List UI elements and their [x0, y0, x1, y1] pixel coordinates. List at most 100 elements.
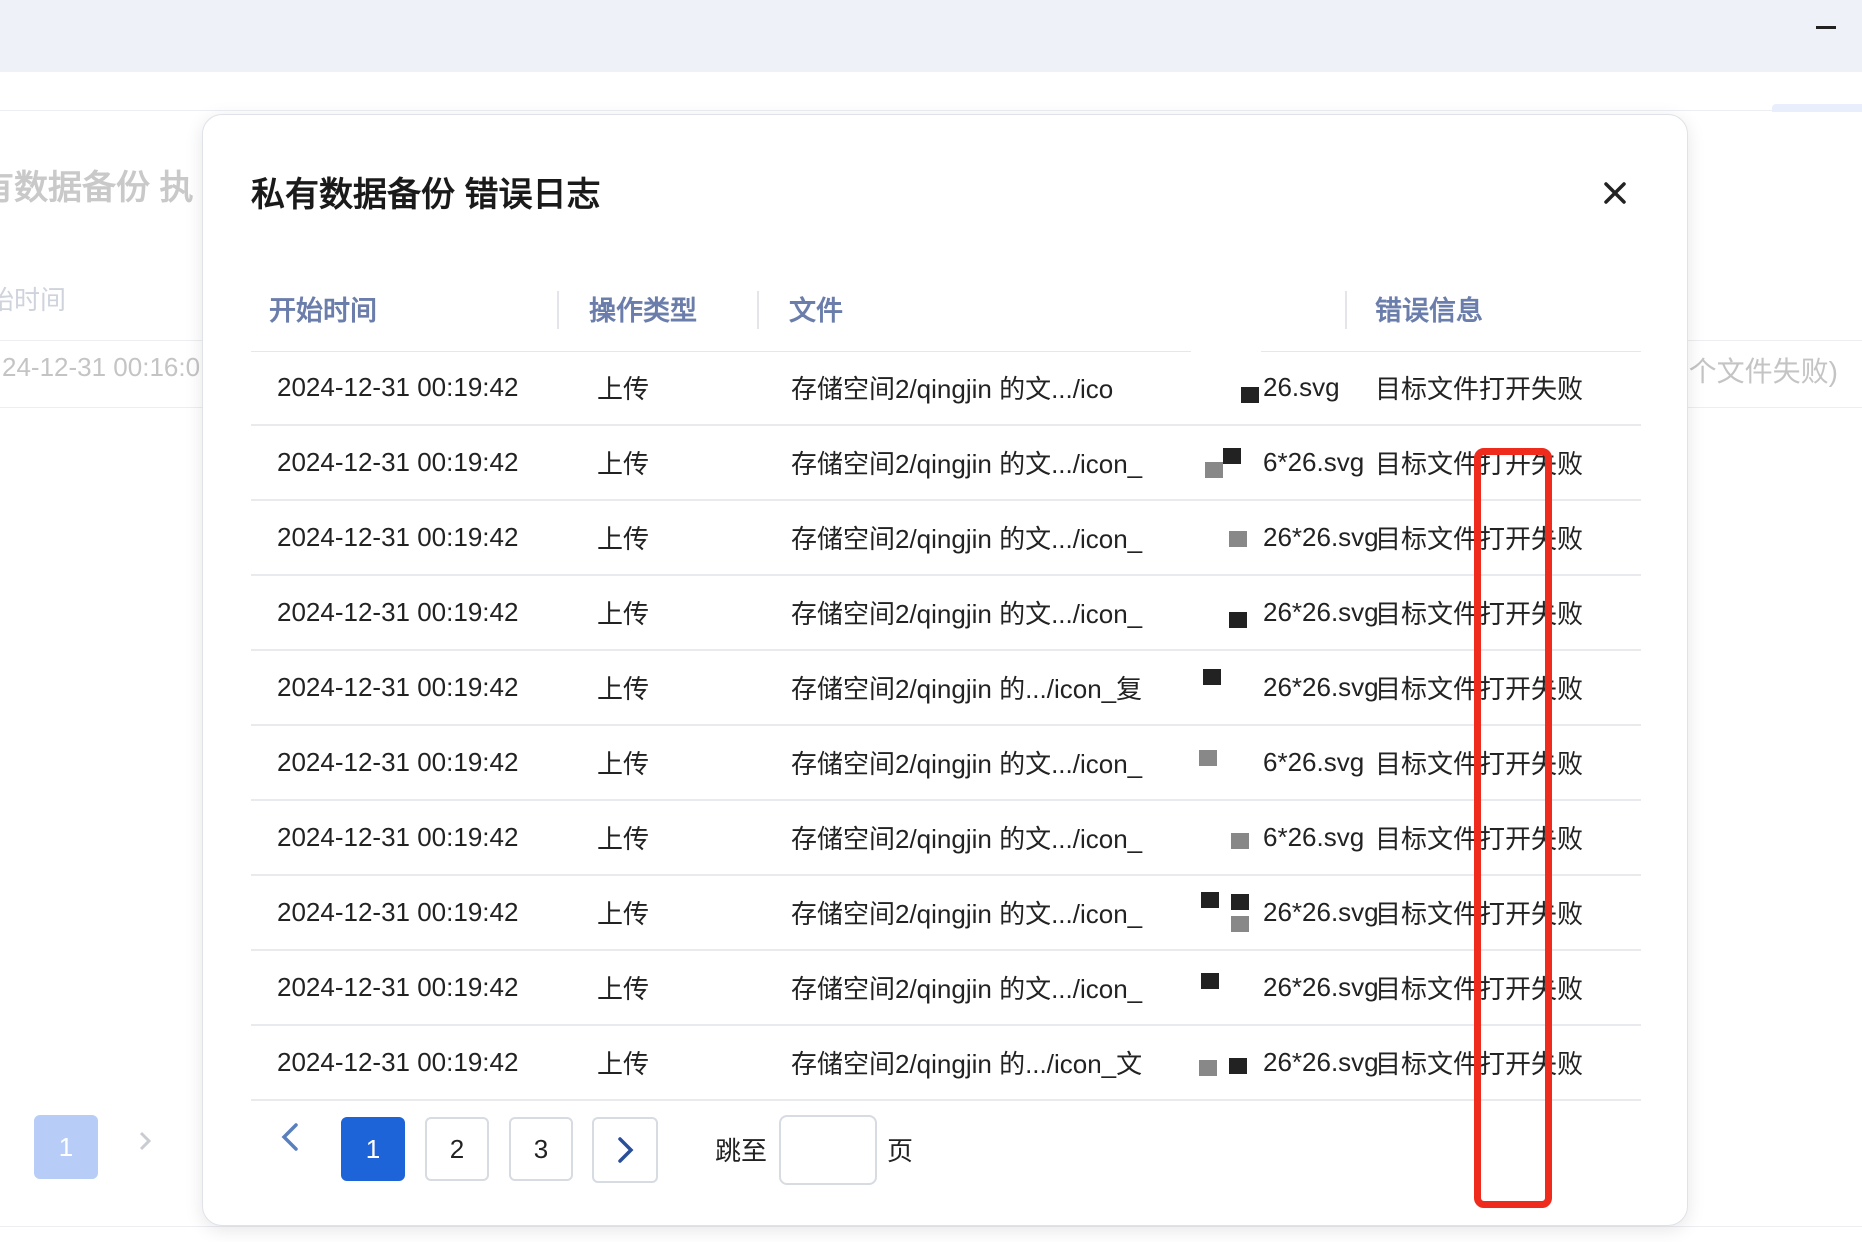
cell-error-info: 目标文件打开失败	[1375, 674, 1584, 704]
file-name-suffix: 6*26.svg	[1263, 447, 1365, 477]
file-path-text: 存储空间2/qingjin 的.../icon_文	[791, 1049, 1143, 1079]
table-row: 2024-12-31 00:19:42 上传 存储空间2/qingjin 的文...…	[251, 501, 1641, 576]
file-path-text: 存储空间2/qingjin 的文.../icon_	[791, 599, 1143, 629]
redaction-mask	[1191, 801, 1261, 874]
redaction-mask	[1191, 426, 1261, 499]
file-name-suffix: 26*26.svg	[1263, 522, 1379, 552]
file-path-text: 存储空间2/qingjin 的文.../icon_	[791, 524, 1143, 554]
file-path-text: 存储空间2/qingjin 的.../icon_复	[791, 674, 1143, 704]
jump-page-input[interactable]	[779, 1115, 877, 1185]
cell-start-time: 2024-12-31 00:19:42	[277, 522, 519, 552]
column-header-file: 文件	[789, 295, 843, 326]
cell-error-info: 目标文件打开失败	[1375, 449, 1584, 479]
file-name-suffix: 26*26.svg	[1263, 597, 1379, 627]
redaction-block	[1231, 833, 1249, 849]
page-button-2[interactable]: 2	[425, 1117, 489, 1181]
redaction-mask	[1191, 951, 1261, 1024]
cell-error-info: 目标文件打开失败	[1375, 749, 1584, 779]
top-bar	[0, 0, 1862, 72]
redaction-mask	[1191, 501, 1261, 574]
file-path-text: 存储空间2/qingjin 的文.../icon_	[791, 899, 1143, 929]
file-path-text: 存储空间2/qingjin 的文.../icon_	[791, 449, 1143, 479]
cell-start-time: 2024-12-31 00:19:42	[277, 372, 519, 402]
divider	[0, 1226, 1862, 1227]
redaction-block	[1201, 892, 1219, 908]
column-divider	[757, 291, 759, 329]
next-page-button[interactable]	[592, 1117, 658, 1183]
cell-error-info: 目标文件打开失败	[1375, 974, 1584, 1004]
cell-operation-type: 上传	[597, 824, 650, 854]
cell-operation-type: 上传	[597, 599, 650, 629]
file-path-text: 存储空间2/qingjin 的文.../icon_	[791, 824, 1143, 854]
cell-start-time: 2024-12-31 00:19:42	[277, 897, 519, 927]
table-row: 2024-12-31 00:19:42 上传 存储空间2/qingjin 的文...…	[251, 351, 1641, 426]
tab-indicator	[1772, 104, 1862, 112]
chevron-left-icon[interactable]	[271, 1117, 311, 1157]
page-button-1[interactable]: 1	[341, 1117, 405, 1181]
chevron-right-icon	[618, 1137, 634, 1163]
redaction-block	[1223, 448, 1241, 464]
cell-error-info: 目标文件打开失败	[1375, 899, 1584, 929]
column-header-operation-type: 操作类型	[589, 295, 697, 326]
minimize-icon[interactable]	[1816, 26, 1836, 29]
cell-file-path: 存储空间2/qingjin 的文.../icon_	[791, 726, 1142, 799]
cell-error-info: 目标文件打开失败	[1375, 824, 1584, 854]
cell-operation-type: 上传	[597, 524, 650, 554]
table-body: 2024-12-31 00:19:42 上传 存储空间2/qingjin 的文...…	[251, 351, 1641, 1101]
redaction-mask	[1191, 351, 1261, 424]
redaction-block	[1231, 894, 1249, 910]
cell-file-path: 存储空间2/qingjin 的文.../icon_	[791, 501, 1142, 574]
jump-page-suffix: 页	[887, 1136, 914, 1166]
file-path-text: 存储空间2/qingjin 的文.../icon_	[791, 749, 1143, 779]
cell-file-path: 存储空间2/qingjin 的文.../ico	[791, 351, 1113, 424]
background-row-summary: 个文件失败)	[1688, 356, 1838, 387]
cell-operation-type: 上传	[597, 449, 650, 479]
redaction-block	[1201, 973, 1219, 989]
cell-start-time: 2024-12-31 00:19:42	[277, 972, 519, 1002]
cell-start-time: 2024-12-31 00:19:42	[277, 1047, 519, 1077]
cell-file-path: 存储空间2/qingjin 的文.../icon_	[791, 801, 1142, 874]
cell-file-path: 存储空间2/qingjin 的文.../icon_	[791, 876, 1142, 949]
cell-file-path: 存储空间2/qingjin 的.../icon_文	[791, 1026, 1142, 1099]
close-icon[interactable]	[1595, 173, 1635, 213]
table-row: 2024-12-31 00:19:42 上传 存储空间2/qingjin 的文...…	[251, 426, 1641, 501]
redaction-block	[1229, 612, 1247, 628]
redaction-block	[1241, 387, 1259, 403]
table-row: 2024-12-31 00:19:42 上传 存储空间2/qingjin 的文...…	[251, 576, 1641, 651]
redaction-block	[1229, 1058, 1247, 1074]
column-divider	[1345, 291, 1347, 329]
cell-operation-type: 上传	[597, 974, 650, 1004]
table-row: 2024-12-31 00:19:42 上传 存储空间2/qingjin 的.../…	[251, 1026, 1641, 1101]
jump-to-label: 跳至	[715, 1136, 768, 1166]
column-header-start-time: 开始时间	[269, 295, 377, 326]
redaction-mask	[1191, 1026, 1261, 1099]
cell-file-path: 存储空间2/qingjin 的.../icon_复	[791, 651, 1142, 724]
divider	[0, 110, 1862, 111]
table-row: 2024-12-31 00:19:42 上传 存储空间2/qingjin 的.../…	[251, 651, 1641, 726]
cell-file-path: 存储空间2/qingjin 的文.../icon_	[791, 951, 1142, 1024]
file-name-suffix: 26*26.svg	[1263, 672, 1379, 702]
column-header-error-info: 错误信息	[1375, 295, 1483, 326]
redaction-block	[1199, 1060, 1217, 1076]
page-button-3[interactable]: 3	[509, 1117, 573, 1181]
background-page-button[interactable]: 1	[34, 1115, 98, 1179]
table-row: 2024-12-31 00:19:42 上传 存储空间2/qingjin 的文...…	[251, 876, 1641, 951]
column-divider	[557, 291, 559, 329]
redaction-mask	[1191, 576, 1261, 649]
cell-operation-type: 上传	[597, 899, 650, 929]
redaction-block	[1199, 750, 1217, 766]
file-path-text: 存储空间2/qingjin 的文.../icon_	[791, 974, 1143, 1004]
cell-error-info: 目标文件打开失败	[1375, 1049, 1584, 1079]
table-row: 2024-12-31 00:19:42 上传 存储空间2/qingjin 的文...…	[251, 726, 1641, 801]
table-row: 2024-12-31 00:19:42 上传 存储空间2/qingjin 的文...…	[251, 951, 1641, 1026]
redaction-block	[1203, 669, 1221, 685]
cell-error-info: 目标文件打开失败	[1375, 374, 1584, 404]
cell-operation-type: 上传	[597, 374, 650, 404]
background-row-time: 24-12-31 00:16:0	[2, 352, 201, 382]
background-next-icon[interactable]	[134, 1130, 156, 1152]
modal-title: 私有数据备份 错误日志	[251, 176, 601, 214]
table-row: 2024-12-31 00:19:42 上传 存储空间2/qingjin 的文...…	[251, 801, 1641, 876]
file-path-text: 存储空间2/qingjin 的文.../ico	[791, 374, 1114, 404]
redaction-mask	[1191, 651, 1261, 724]
redaction-block	[1205, 462, 1223, 478]
